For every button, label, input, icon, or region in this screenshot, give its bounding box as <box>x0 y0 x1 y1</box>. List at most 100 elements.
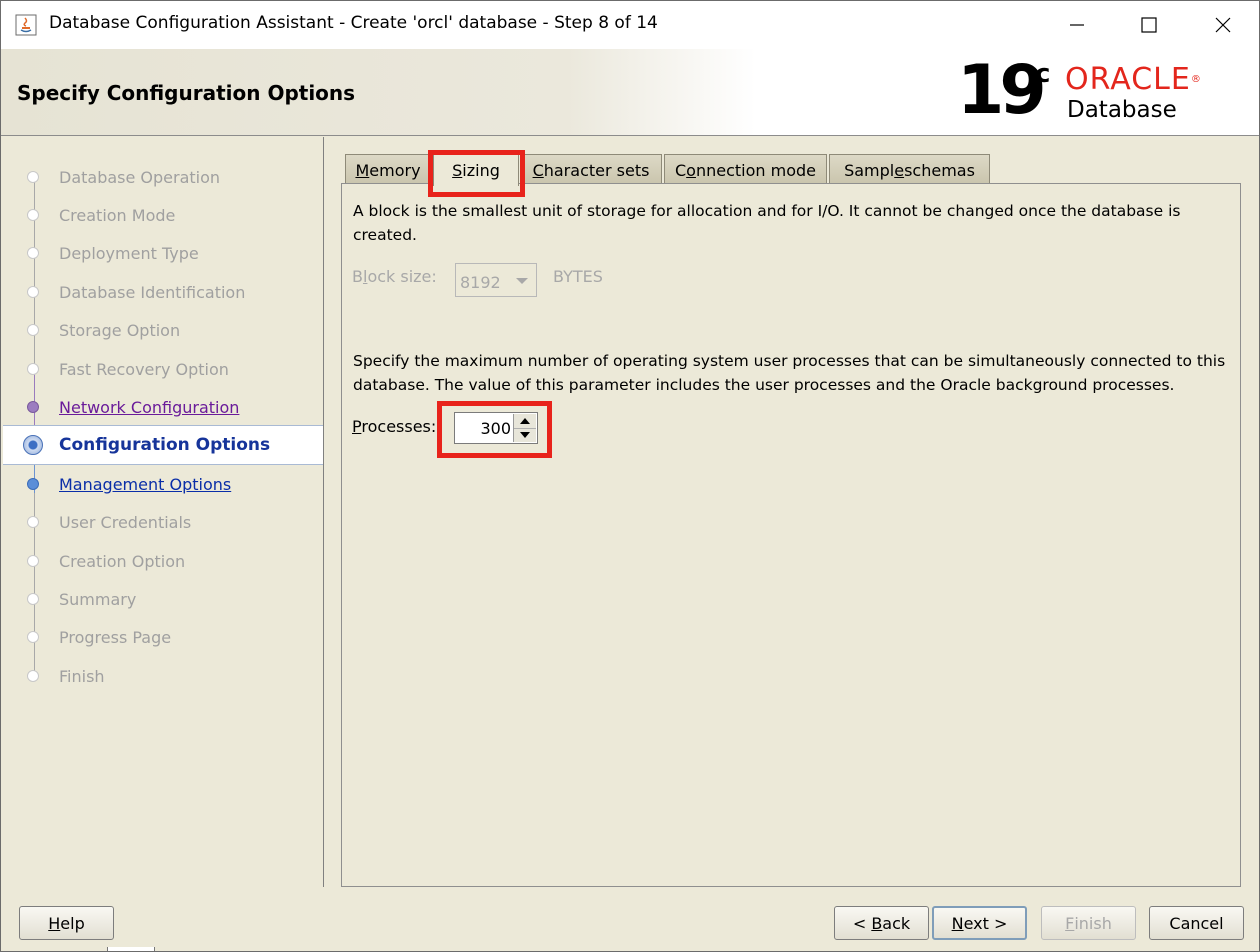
registered-mark: ® <box>1190 74 1202 85</box>
step-label: Progress Page <box>59 628 172 647</box>
tab-label-part: Sampl <box>844 160 895 180</box>
minimize-button[interactable] <box>1041 1 1113 49</box>
button-label: ack <box>882 913 911 933</box>
button-mnemonic: B <box>871 913 883 933</box>
back-button[interactable]: < Back <box>834 906 929 940</box>
button-label: < <box>852 913 872 933</box>
step-configuration-options: Configuration Options <box>3 425 323 465</box>
description-line: Specify the maximum number of operating … <box>353 352 1226 370</box>
step-navigator: Database Operation Creation Mode Deploym… <box>3 137 324 887</box>
block-size-unit: BYTES <box>553 267 603 286</box>
spinner-down-button[interactable] <box>514 428 536 442</box>
step-dot <box>27 247 39 259</box>
tab-label-part: schemas <box>904 160 975 180</box>
block-size-label: Block size: <box>352 267 437 286</box>
step-label: Deployment Type <box>59 244 199 263</box>
minimize-icon <box>1070 24 1084 26</box>
description-line: created. <box>353 226 417 244</box>
tab-mnemonic: M <box>355 160 370 180</box>
tab-label-part: izing <box>462 161 500 180</box>
tab-label-part: haracter sets <box>543 160 650 180</box>
step-progress-page: Progress Page <box>3 619 323 657</box>
help-button[interactable]: Help <box>19 906 114 940</box>
step-label[interactable]: Network Configuration <box>59 398 239 417</box>
header-banner: Specify Configuration Options 19 c ORACL… <box>1 49 1259 136</box>
dbca-window: Database Configuration Assistant - Creat… <box>0 0 1260 952</box>
step-dot <box>27 209 39 221</box>
step-label: Configuration Options <box>59 435 271 455</box>
step-network-configuration[interactable]: Network Configuration <box>3 389 323 427</box>
step-database-operation: Database Operation <box>3 159 323 197</box>
step-dot <box>27 555 39 567</box>
window-title: Database Configuration Assistant - Creat… <box>49 13 658 33</box>
step-creation-option: Creation Option <box>3 543 323 581</box>
step-finish: Finish <box>3 658 323 696</box>
step-label: Finish <box>59 667 105 686</box>
button-label: ext > <box>963 913 1008 933</box>
label-part: B <box>352 267 363 286</box>
step-user-credentials: User Credentials <box>3 504 323 542</box>
step-dot <box>27 593 39 605</box>
description-line: database. The value of this parameter in… <box>353 376 1175 394</box>
finish-button: Finish <box>1041 906 1136 940</box>
step-summary: Summary <box>3 581 323 619</box>
maximize-button[interactable] <box>1113 1 1185 49</box>
tab-mnemonic: e <box>894 160 905 180</box>
step-label: Storage Option <box>59 321 181 340</box>
page-title: Specify Configuration Options <box>17 81 356 105</box>
oracle-logo-text: ORACLE <box>1065 62 1191 97</box>
close-icon <box>1215 17 1231 33</box>
step-dot <box>27 171 39 183</box>
label-part: rocesses: <box>361 417 437 436</box>
step-deployment-type: Deployment Type <box>3 235 323 273</box>
tab-mnemonic: C <box>532 160 544 180</box>
tab-label-part: emory <box>369 160 421 180</box>
maximize-icon <box>1141 17 1157 33</box>
tab-sample-schemas[interactable]: Sampl e schemas <box>829 154 990 185</box>
chevron-down-icon <box>516 278 528 284</box>
tab-label-part: nnection mode <box>695 160 816 180</box>
processes-spinner[interactable] <box>454 412 538 444</box>
label-mnemonic: P <box>352 417 362 436</box>
spinner-up-button[interactable] <box>514 414 536 429</box>
logo-product: Database <box>1067 97 1177 123</box>
tab-sizing[interactable]: Sizing <box>433 154 519 186</box>
processes-label: Processes: <box>352 417 436 436</box>
step-label: Database Operation <box>59 168 221 187</box>
arrow-down-icon <box>520 432 530 438</box>
close-button[interactable] <box>1187 1 1259 49</box>
tab-mnemonic: o <box>686 160 696 180</box>
next-button[interactable]: Next > <box>932 906 1027 940</box>
step-label: Database Identification <box>59 283 246 302</box>
step-storage-option: Storage Option <box>3 312 323 350</box>
button-label: inish <box>1074 913 1112 933</box>
spinner-buttons <box>513 414 536 442</box>
step-fast-recovery-option: Fast Recovery Option <box>3 351 323 389</box>
step-label[interactable]: Management Options <box>59 475 231 494</box>
tab-memory[interactable]: Memory <box>345 154 431 185</box>
step-label: User Credentials <box>59 513 192 532</box>
oracle-logo: ORACLE® <box>1065 63 1202 97</box>
step-label: Summary <box>59 590 137 609</box>
step-management-options[interactable]: Management Options <box>3 466 323 504</box>
step-dot <box>27 670 39 682</box>
title-bar: Database Configuration Assistant - Creat… <box>1 1 1259 49</box>
processes-input[interactable] <box>457 415 511 441</box>
processes-description: Specify the maximum number of operating … <box>353 349 1233 397</box>
step-label: Fast Recovery Option <box>59 360 229 379</box>
current-step-dot <box>23 435 43 455</box>
button-label: elp <box>60 913 85 933</box>
step-dot <box>27 401 39 413</box>
step-label: Creation Option <box>59 552 186 571</box>
button-mnemonic: H <box>48 913 61 933</box>
step-dot <box>27 286 39 298</box>
button-mnemonic: N <box>951 913 964 933</box>
tab-character-sets[interactable]: Character sets <box>520 154 662 185</box>
tab-connection-mode[interactable]: Co nnection mode <box>664 154 827 185</box>
cancel-button[interactable]: Cancel <box>1149 906 1244 940</box>
step-dot <box>27 324 39 336</box>
description-line: A block is the smallest unit of storage … <box>353 202 1181 220</box>
logo-version-suffix: c <box>1035 59 1051 89</box>
button-mnemonic: F <box>1065 913 1075 933</box>
arrow-up-icon <box>520 418 530 424</box>
